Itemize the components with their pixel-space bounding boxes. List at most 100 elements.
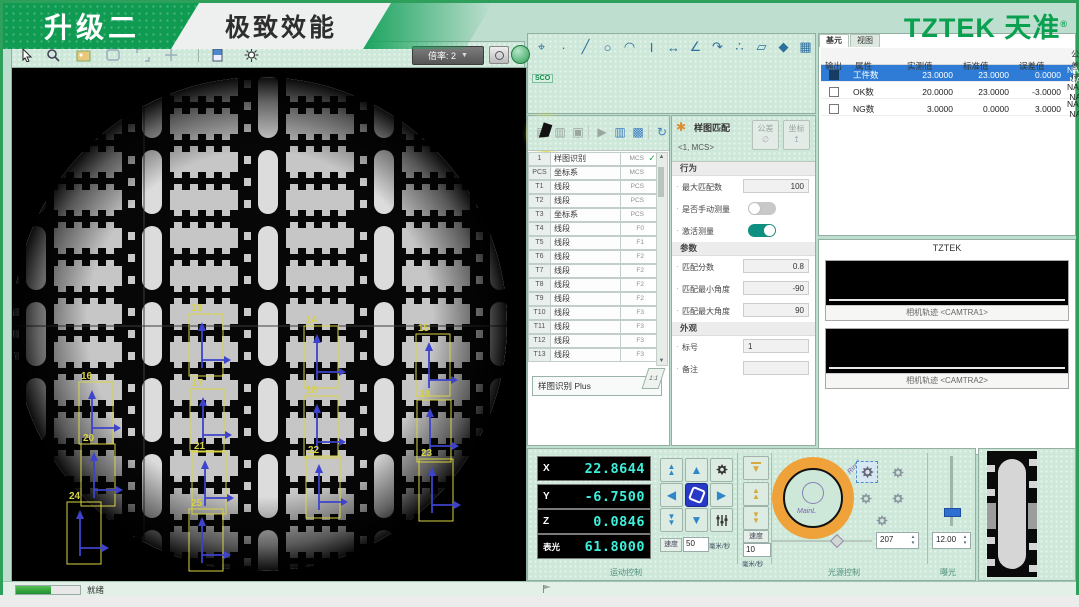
- jog-down-button[interactable]: ▼: [685, 508, 708, 532]
- max-angle-row: ·匹配最大角度 90: [672, 300, 815, 322]
- columns-button-icon[interactable]: ▥: [612, 124, 628, 140]
- distance-tool-icon[interactable]: ↔: [664, 37, 683, 57]
- camera-viewport[interactable]: 13141516171819202122232425: [11, 67, 527, 583]
- results-row[interactable]: NG数3.00000.00003.0000NA, NA: [821, 99, 1073, 116]
- svg-text:22: 22: [308, 445, 320, 456]
- scroll-up-icon[interactable]: ▲: [658, 154, 665, 160]
- light-channel-5[interactable]: [872, 511, 892, 531]
- globe-button[interactable]: [511, 45, 530, 64]
- light-channel-3[interactable]: [856, 489, 876, 509]
- height-tool-icon[interactable]: I: [642, 37, 661, 57]
- curve-tool-icon[interactable]: ↷: [708, 37, 727, 57]
- light-channel-1[interactable]: [856, 461, 878, 483]
- error-cell: 3.0000: [1015, 104, 1067, 114]
- results-tab-2[interactable]: 视图: [850, 34, 880, 47]
- spinner-icons[interactable]: ▲▼: [961, 534, 969, 546]
- max-match-label: 最大匹配数: [682, 182, 722, 193]
- program-row[interactable]: T11线段F3: [528, 320, 659, 333]
- min-angle-input[interactable]: -90: [743, 281, 809, 295]
- exposure-input[interactable]: 12.00▲▼: [932, 532, 971, 549]
- jog-left-button[interactable]: ◀: [660, 483, 683, 507]
- tolerance-button[interactable]: 公差∅: [752, 120, 779, 150]
- camera-card[interactable]: 相机轨迹 <CAMTRA2>: [825, 328, 1069, 389]
- point-tool-icon[interactable]: ·: [554, 37, 573, 57]
- spinner-icons[interactable]: ▲▼: [909, 534, 917, 546]
- results-tab-1[interactable]: 基元: [819, 34, 849, 47]
- circle-tool-icon[interactable]: ○: [598, 37, 617, 57]
- program-row[interactable]: T12线段F3: [528, 334, 659, 347]
- scrollbar-thumb[interactable]: [658, 167, 664, 197]
- program-row[interactable]: T1线段PCS: [528, 180, 659, 193]
- coordinate-button[interactable]: 坐标↥: [783, 120, 810, 150]
- program-row[interactable]: T10线段F3: [528, 306, 659, 319]
- output-checkbox[interactable]: [829, 104, 839, 114]
- ring-light-control[interactable]: MainL: [772, 457, 854, 539]
- angle-tool-icon[interactable]: ∠: [686, 37, 705, 57]
- z-home-button[interactable]: ▼: [743, 456, 769, 480]
- brand-logo: TZTEK 天准®: [904, 6, 1068, 45]
- xy-speed-input[interactable]: 50: [683, 537, 709, 552]
- program-row[interactable]: 1样图识别MCS✓: [528, 152, 659, 165]
- program-footer-box[interactable]: 样图识别 Plus 1:1: [532, 376, 662, 396]
- program-row[interactable]: T4线段F0: [528, 222, 659, 235]
- program-row-name: 线段: [551, 180, 621, 194]
- refresh-button-icon[interactable]: ↻: [654, 124, 670, 140]
- z-up-button[interactable]: ▲▲: [743, 482, 769, 506]
- max-match-input[interactable]: 100: [743, 179, 809, 193]
- scroll-down-icon[interactable]: ▼: [658, 358, 665, 364]
- exposure-slider[interactable]: [950, 456, 953, 526]
- index-input[interactable]: 1: [743, 339, 809, 353]
- snapshot-button[interactable]: [489, 46, 509, 64]
- arc-tool-icon[interactable]: ◠: [620, 37, 639, 57]
- light-value-input[interactable]: 207▲▼: [876, 532, 919, 549]
- run-button-icon[interactable]: ▶: [594, 124, 610, 140]
- program-scrollbar[interactable]: ▲ ▼: [656, 152, 668, 366]
- line-tool-icon[interactable]: ╱: [576, 37, 595, 57]
- match-score-input[interactable]: 0.8: [743, 259, 809, 273]
- right-icon: ▶: [717, 489, 726, 501]
- tolerance-icon: ∅: [753, 134, 778, 145]
- slider-thumb[interactable]: [830, 534, 844, 548]
- jog-right-button[interactable]: ▶: [710, 483, 733, 507]
- jog-up-fast-button[interactable]: ▲▲: [660, 458, 683, 482]
- banner-subtitle: 极致效能: [171, 3, 391, 49]
- light-channel-2[interactable]: [888, 463, 908, 483]
- jog-up-button[interactable]: ▲: [685, 458, 708, 482]
- exposure-thumb[interactable]: [944, 508, 961, 517]
- jog-settings-button[interactable]: [710, 458, 733, 482]
- light-center-marker: [802, 482, 824, 504]
- calculator-tool-icon[interactable]: ▦: [796, 37, 815, 57]
- save-button-icon[interactable]: ▣: [570, 124, 586, 140]
- program-row[interactable]: T7线段F2: [528, 264, 659, 277]
- scatter-tool-icon[interactable]: ∴: [730, 37, 749, 57]
- program-row[interactable]: T9线段F2: [528, 292, 659, 305]
- output-checkbox[interactable]: [829, 70, 839, 80]
- program-row[interactable]: T13线段F3: [528, 348, 659, 361]
- jog-sliders-button[interactable]: [710, 508, 733, 532]
- jog-down-fast-button[interactable]: ▼▼: [660, 508, 683, 532]
- coordinate-tool-icon[interactable]: ⌖: [532, 37, 551, 57]
- remark-input[interactable]: [743, 361, 809, 375]
- program-row[interactable]: T5线段F1: [528, 236, 659, 249]
- program-row-name: 线段: [551, 306, 621, 320]
- z-down-button[interactable]: ▼▼: [743, 506, 769, 530]
- program-row[interactable]: T8线段F2: [528, 278, 659, 291]
- eraser-tool-icon[interactable]: ▱: [752, 37, 771, 57]
- jog-stop-button[interactable]: [685, 483, 708, 507]
- z-speed-input[interactable]: 10: [743, 543, 771, 557]
- results-row[interactable]: OK数20.000023.0000-3.0000NA, NA: [821, 82, 1073, 99]
- program-row[interactable]: PCS坐标系MCS: [528, 166, 659, 179]
- blob-tool-icon[interactable]: ◆: [774, 37, 793, 57]
- camera-card[interactable]: 相机轨迹 <CAMTRA1>: [825, 260, 1069, 321]
- report-button-icon[interactable]: ▩: [630, 124, 646, 140]
- light-intensity-slider[interactable]: [772, 540, 872, 542]
- program-row[interactable]: T3坐标系PCS: [528, 208, 659, 221]
- activate-measure-toggle[interactable]: [748, 224, 776, 237]
- program-row[interactable]: T6线段F2: [528, 250, 659, 263]
- max-angle-input[interactable]: 90: [743, 303, 809, 317]
- manual-measure-toggle[interactable]: [748, 202, 776, 215]
- program-row[interactable]: T2线段PCS: [528, 194, 659, 207]
- output-checkbox[interactable]: [829, 87, 839, 97]
- light-channel-4[interactable]: [888, 489, 908, 509]
- min-angle-label: 匹配最小角度: [682, 284, 730, 295]
